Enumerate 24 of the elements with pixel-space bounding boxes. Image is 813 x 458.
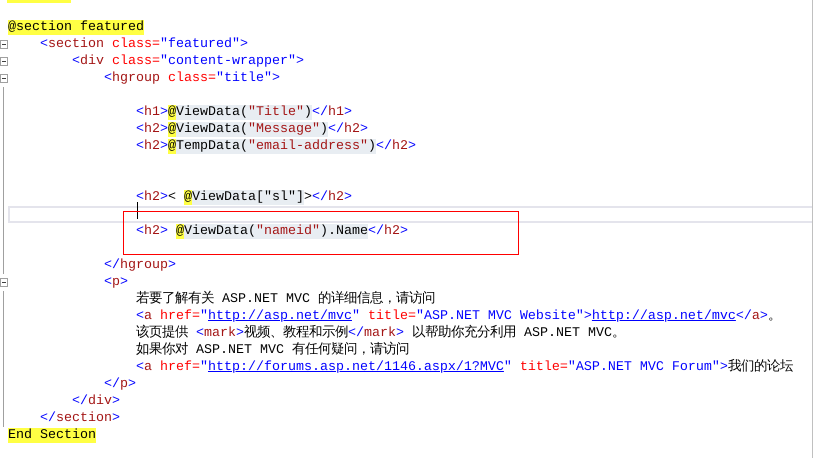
collapse-icon[interactable] [0,57,8,66]
collapse-icon[interactable] [0,40,8,49]
code-line: <div class="content-wrapper"> [70,53,304,70]
code-line: </div> [70,393,120,410]
code-line: </p> [102,376,136,393]
code-line: <h2>< @ViewData["sl"]></h2> [134,189,352,206]
code-line: <h2>@TempData("email-address")</h2> [134,138,416,155]
code-line: <h1>@ViewData("Title")</h1> [134,104,352,121]
code-line: </hgroup> [102,257,176,274]
code-line: <hgroup class="title"> [102,70,280,87]
code-line: <a href="http://forums.asp.net/1146.aspx/1?MVC" title="ASP.NET MVC Forum">我们的论坛 [134,359,793,376]
collapse-icon[interactable] [0,74,8,83]
code-line: <a href="http://asp.net/mvc" title="ASP.NET MVC Website">http://asp.net/mvc</a>。 [134,308,781,324]
code-line: <section class="featured"> [38,36,248,53]
collapse-icon[interactable] [0,278,8,287]
code-line: </section> [38,410,120,427]
code-line: <h2> @ViewData("nameid").Name</h2> [134,223,408,240]
text-caret [137,202,138,219]
code-line: 若要了解有关 ASP.NET MVC 的详细信息，请访问 [134,291,435,308]
highlight-strip [7,0,71,3]
code-line: <h2>@ViewData("Message")</h2> [134,121,368,138]
code-line: <p> [102,274,128,291]
code-line: 该页提供 <mark>视频、教程和示例</mark> 以帮助你充分利用 ASP.NET MVC。 [134,325,625,342]
code-line: 如果你对 ASP.NET MVC 有任何疑问，请访问 [134,342,409,359]
